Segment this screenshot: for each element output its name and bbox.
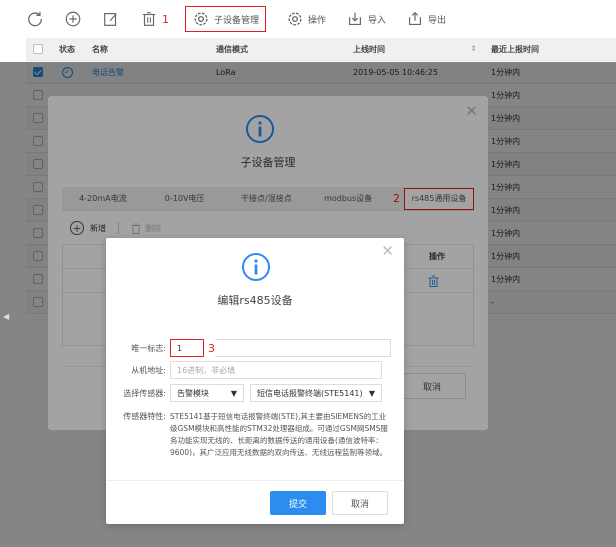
refresh-button[interactable]	[26, 10, 44, 28]
sort-icon[interactable]: ⇕	[470, 44, 477, 55]
select-all-checkbox[interactable]	[33, 44, 43, 54]
close-icon[interactable]: ✕	[381, 242, 394, 260]
unique-id-input[interactable]: 1	[170, 339, 204, 357]
header-last-report: 最近上报时间	[491, 44, 539, 54]
page-root: 1 子设备管理 操作 导入 导出 状态 名称 通信模式 上线时间 ⇕ 最近上报时…	[0, 0, 616, 547]
sensor-model-value: 短信电话报警终端(STE5141)	[257, 388, 363, 398]
header-status: 状态	[59, 44, 75, 54]
feature-text: STE5141基于短信电话报警终端(STE),其主要由SIEMENS的工业级GS…	[170, 412, 388, 457]
import-label: 导入	[368, 15, 387, 26]
info-icon	[242, 253, 270, 281]
slave-addr-input[interactable]: 16进制，非必填	[170, 361, 382, 379]
unique-id-label: 唯一标志:	[131, 343, 166, 353]
operation-label: 操作	[308, 15, 327, 26]
import-icon	[346, 10, 364, 28]
add-button[interactable]	[64, 10, 82, 28]
table-header: 状态 名称 通信模式 上线时间 ⇕ 最近上报时间	[26, 38, 616, 61]
dialog-title: 编辑rs485设备	[217, 294, 293, 307]
sensor-type-select[interactable]: 告警模块 ▼	[170, 384, 244, 402]
header-online-time-label: 上线时间	[353, 44, 385, 54]
sensor-model-select[interactable]: 短信电话报警终端(STE5141) ▼	[250, 384, 382, 402]
header-online-time[interactable]: 上线时间 ⇕	[345, 44, 483, 55]
export-icon	[406, 10, 424, 28]
edit-icon	[102, 10, 120, 28]
annotation-3: 3	[208, 341, 215, 355]
sensor-feature: 传感器特性: STE5141基于短信电话报警终端(STE),其主要由SIEMEN…	[120, 411, 400, 459]
sensor-label: 选择传感器:	[123, 388, 166, 398]
edit-rs485-dialog: ✕ 编辑rs485设备 唯一标志: 1 3 从机地址: 16进制，非必填 选择传…	[106, 238, 404, 524]
scroll-left-icon[interactable]: ◀	[3, 312, 9, 321]
operation-button[interactable]: 操作	[286, 10, 326, 28]
import-button[interactable]: 导入	[346, 10, 386, 28]
subdevice-manage-label: 子设备管理	[214, 15, 260, 26]
slave-addr-label: 从机地址:	[131, 365, 166, 375]
export-button[interactable]: 导出	[406, 10, 446, 28]
sensor-type-value: 告警模块	[177, 388, 209, 398]
gear-icon	[192, 10, 210, 28]
gear-icon	[286, 10, 304, 28]
header-comm-mode: 通信模式	[216, 44, 248, 54]
edit-button[interactable]	[102, 10, 120, 28]
header-name: 名称	[92, 44, 108, 54]
subdevice-manage-button[interactable]: 子设备管理	[185, 6, 267, 32]
chevron-down-icon: ▼	[230, 388, 237, 398]
dialog-footer: 提交 取消	[106, 480, 404, 524]
delete-button[interactable]: 1	[140, 10, 169, 28]
chevron-down-icon: ▼	[368, 388, 375, 398]
trash-icon	[140, 10, 158, 28]
sensor-select-row: 选择传感器: 告警模块 ▼ 短信电话报警终端(STE5141) ▼	[106, 384, 404, 402]
annotation-1: 1	[162, 12, 169, 26]
slave-addr-row: 从机地址: 16进制，非必填	[106, 361, 404, 379]
unique-id-input-extent[interactable]	[215, 339, 391, 357]
add-circle-icon	[64, 10, 82, 28]
submit-button[interactable]: 提交	[270, 491, 326, 515]
cancel-button[interactable]: 取消	[332, 491, 388, 515]
feature-label: 传感器特性:	[123, 412, 166, 421]
refresh-icon	[26, 10, 44, 28]
toolbar: 1 子设备管理 操作 导入 导出	[26, 0, 616, 38]
unique-id-row: 唯一标志: 1 3	[106, 339, 404, 357]
export-label: 导出	[428, 15, 447, 26]
